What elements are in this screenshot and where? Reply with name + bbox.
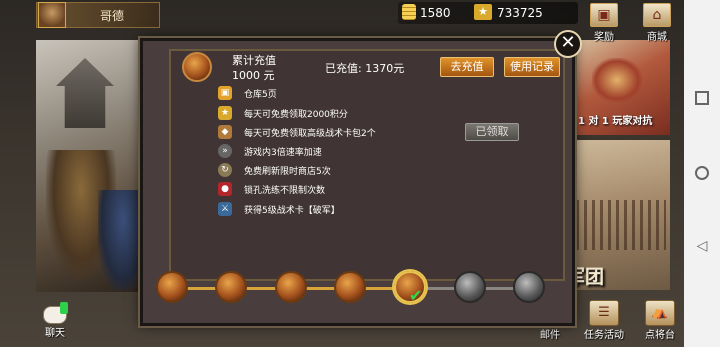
vip-level-medal[interactable] [334, 271, 366, 303]
diamond-icon: ★ [474, 4, 492, 20]
total-recharge-label: 累计充值 [232, 54, 276, 67]
diamond-amount: 733725 [497, 6, 543, 20]
tent-icon: ⛺ [645, 300, 675, 326]
perk-text: 仓库5页 [244, 90, 277, 100]
mail-label: 邮件 [540, 330, 560, 341]
perk-text: 获得5级战术卡【破军】 [244, 206, 340, 216]
chat-button[interactable]: 聊天 [40, 302, 70, 339]
vip-level-medal[interactable] [513, 271, 545, 303]
pvp-label: 1 对 1 玩家对抗 [578, 116, 653, 127]
gift-box-icon: ▣ [590, 3, 618, 27]
shield-icon: ◆ [218, 125, 232, 139]
player-name: 哥德 [100, 9, 125, 23]
vip-level-medal[interactable] [275, 271, 307, 303]
vip-level-medal[interactable] [454, 271, 486, 303]
close-button[interactable]: ✕ [554, 30, 582, 58]
mall-button[interactable]: ⌂ 商城 [640, 3, 674, 43]
check-icon: ✔ [409, 286, 423, 305]
system-nav-bar: ◁ [684, 0, 720, 347]
list-item: ↻ 免费刷新限时商店5次 [218, 163, 418, 179]
perk-text: 免费刷新限时商店5次 [244, 167, 331, 177]
recharge-button[interactable]: 去充值 [440, 57, 494, 77]
hero-artwork [36, 40, 148, 292]
reward-label: 奖励 [594, 32, 614, 43]
current-recharge-status: 已充值: 1370元 [325, 62, 405, 75]
chat-label: 聊天 [45, 328, 65, 339]
avatar[interactable] [38, 2, 66, 28]
total-recharge-amount: 1000 元 [232, 69, 275, 82]
tasks-label: 任务活动 [584, 330, 624, 341]
vip-level-medal[interactable] [215, 271, 247, 303]
list-item: ⚔ 获得5级战术卡【破军】 [218, 202, 418, 218]
perk-text: 锁孔洗练不限制次数 [244, 186, 326, 196]
list-item: ● 锁孔洗练不限制次数 [218, 182, 418, 198]
vip-level-medal[interactable] [156, 271, 188, 303]
lock-icon: ● [218, 182, 232, 196]
perk-text: 每天可免费领取2000积分 [244, 110, 348, 120]
generals-label: 点将台 [645, 330, 675, 341]
army-illustration [576, 200, 666, 250]
claimed-button[interactable]: 已领取 [465, 123, 519, 141]
generals-button[interactable]: ⛺ 点将台 [638, 300, 682, 341]
tower-illustration [56, 58, 114, 128]
gold-amount: 1580 [420, 6, 451, 20]
vip-medal-icon [182, 52, 212, 82]
scroll-icon: ☰ [589, 300, 619, 326]
list-item: » 游戏内3倍速率加速 [218, 144, 418, 160]
refresh-icon: ↻ [218, 163, 232, 177]
sword-card-icon: ⚔ [218, 202, 232, 216]
shop-icon: ⌂ [643, 3, 671, 27]
list-item: ◆ 每天可免费领取高级战术卡包2个 [218, 125, 418, 141]
star-icon: ★ [218, 106, 232, 120]
tasks-button[interactable]: ☰ 任务活动 [582, 300, 626, 341]
gift-icon: ▣ [218, 86, 232, 100]
mall-label: 商城 [647, 32, 667, 43]
perk-text: 游戏内3倍速率加速 [244, 148, 322, 158]
dragon-illustration [592, 58, 642, 102]
notification-badge [60, 302, 68, 314]
perk-text: 每天可免费领取高级战术卡包2个 [244, 129, 376, 139]
list-item: ▣ 仓库5页 [218, 86, 418, 102]
home-button[interactable] [695, 166, 709, 180]
usage-records-button[interactable]: 使用记录 [504, 57, 560, 77]
recent-apps-button[interactable] [695, 91, 709, 105]
back-button[interactable]: ◁ [695, 239, 709, 253]
list-item: ★ 每天可免费领取2000积分 [218, 106, 418, 122]
close-icon: ✕ [560, 32, 576, 53]
speed-icon: » [218, 144, 232, 158]
gold-coins-icon [402, 4, 416, 20]
reward-button[interactable]: ▣ 奖励 [587, 3, 621, 43]
